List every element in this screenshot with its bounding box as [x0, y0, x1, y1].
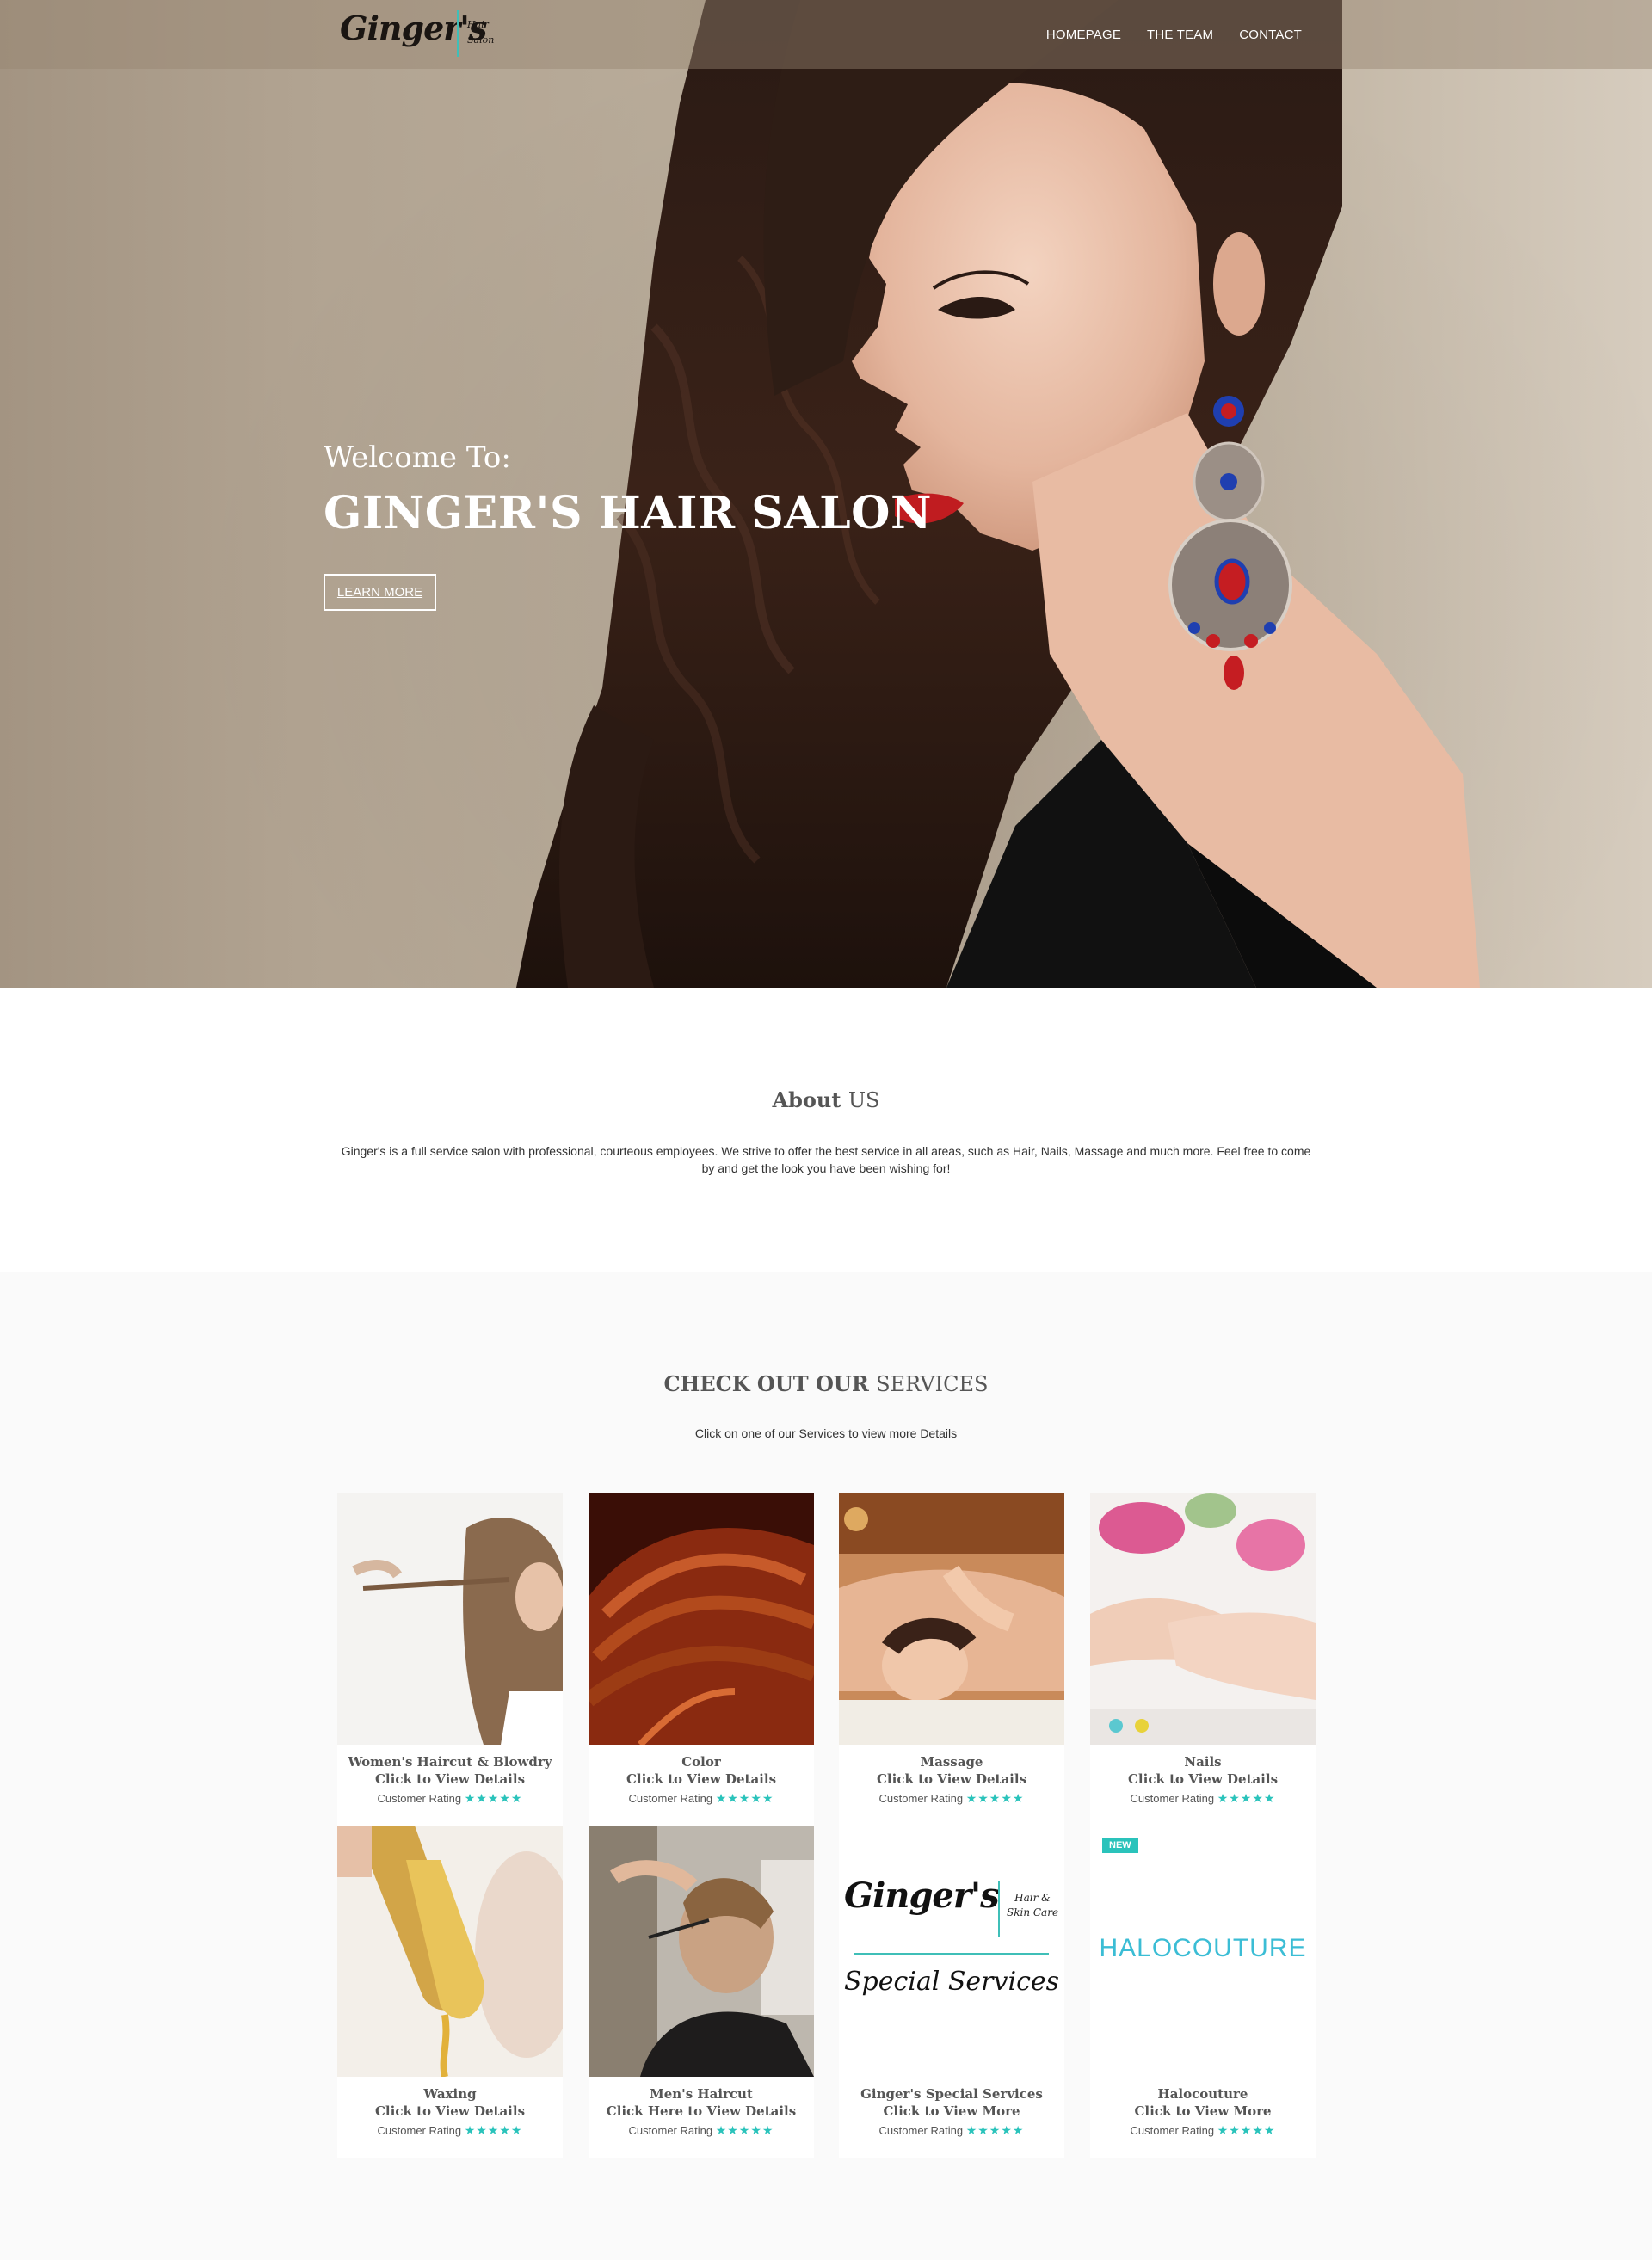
service-title: Nails Click to View Details [1127, 1754, 1279, 1787]
hero-section: Ginger's Hair Salon HOMEPAGE THE TEAM CO… [0, 0, 1652, 988]
service-card-nails[interactable]: Nails Click to View Details Customer Rat… [1090, 1493, 1316, 1826]
service-title: Massage Click to View Details [876, 1754, 1027, 1787]
star-rating-icons: ★★★★★ [464, 1791, 523, 1805]
mens-haircut-image [589, 1826, 814, 2077]
hair-color-image [589, 1493, 814, 1745]
customer-rating: Customer Rating ★★★★★ [377, 2123, 523, 2137]
nav-the-team[interactable]: THE TEAM [1147, 28, 1213, 42]
customer-rating: Customer Rating ★★★★★ [878, 1791, 1025, 1805]
logo-wordmark: Ginger's [340, 9, 487, 47]
halocouture-logo-image: NEW HALOCOUTURE [1090, 1826, 1316, 2077]
star-rating-icons: ★★★★★ [464, 2123, 523, 2137]
hero-title: GINGER'S HAIR SALON [324, 487, 933, 539]
special-services-logo-image: Ginger's Hair & Skin Care Special Servic… [839, 1826, 1064, 2077]
customer-rating: Customer Rating ★★★★★ [1130, 1791, 1276, 1805]
learn-more-button[interactable]: LEARN MORE [324, 574, 436, 611]
new-badge: NEW [1102, 1838, 1138, 1853]
services-heading: CHECK OUT OUR SERVICES [663, 1371, 989, 1396]
nails-image [1090, 1493, 1316, 1745]
nav-homepage[interactable]: HOMEPAGE [1046, 28, 1121, 42]
service-title: Women's Haircut & Blowdry Click to View … [348, 1754, 552, 1787]
customer-rating: Customer Rating ★★★★★ [377, 1791, 523, 1805]
service-card-womens-haircut[interactable]: Women's Haircut & Blowdry Click to View … [337, 1493, 563, 1826]
service-title: Color Click to View Details [626, 1754, 777, 1787]
star-rating-icons: ★★★★★ [1217, 1791, 1276, 1805]
hero-welcome: Welcome To: [324, 440, 511, 475]
service-card-special-services[interactable]: Ginger's Hair & Skin Care Special Servic… [839, 1826, 1064, 2158]
services-section: CHECK OUT OUR SERVICES Click on one of o… [0, 1272, 1652, 2260]
star-rating-icons: ★★★★★ [965, 1791, 1025, 1805]
service-card-massage[interactable]: Massage Click to View Details Customer R… [839, 1493, 1064, 1826]
star-rating-icons: ★★★★★ [1217, 2123, 1276, 2137]
hero-text-block: Welcome To: GINGER'S HAIR SALON [324, 440, 932, 539]
service-card-mens-haircut[interactable]: Men's Haircut Click Here to View Details… [589, 1826, 814, 2158]
star-rating-icons: ★★★★★ [965, 2123, 1025, 2137]
star-rating-icons: ★★★★★ [715, 2123, 774, 2137]
brand-logo[interactable]: Ginger's Hair Salon [340, 5, 512, 62]
customer-rating: Customer Rating ★★★★★ [628, 1791, 774, 1805]
about-heading: About US [772, 1087, 880, 1112]
massage-image [839, 1493, 1064, 1745]
waxing-image [337, 1826, 563, 2077]
customer-rating: Customer Rating ★★★★★ [628, 2123, 774, 2137]
customer-rating: Customer Rating ★★★★★ [878, 2123, 1025, 2137]
nav-contact[interactable]: CONTACT [1239, 28, 1302, 42]
service-card-color[interactable]: Color Click to View Details Customer Rat… [589, 1493, 814, 1826]
main-nav: HOMEPAGE THE TEAM CONTACT [1046, 0, 1302, 69]
about-section: About US Ginger's is a full service salo… [0, 988, 1652, 1272]
customer-rating: Customer Rating ★★★★★ [1130, 2123, 1276, 2137]
about-text: Ginger's is a full service salon with pr… [341, 1144, 1311, 1175]
womens-haircut-image [337, 1493, 563, 1745]
service-title: Halocouture Click to View More [1134, 2086, 1272, 2119]
logo-subtitle: Hair Salon [467, 19, 495, 46]
top-navbar: Ginger's Hair Salon HOMEPAGE THE TEAM CO… [0, 0, 1652, 69]
star-rating-icons: ★★★★★ [715, 1791, 774, 1805]
service-title: Men's Haircut Click Here to View Details [606, 2086, 797, 2119]
services-subtitle: Click on one of our Services to view mor… [694, 1426, 958, 1440]
logo-divider [457, 10, 459, 57]
service-title: Waxing Click to View Details [374, 2086, 526, 2119]
service-card-waxing[interactable]: Waxing Click to View Details Customer Ra… [337, 1826, 563, 2158]
service-title: Ginger's Special Services Click to View … [860, 2086, 1043, 2119]
service-card-halocouture[interactable]: NEW HALOCOUTURE Halocouture Click to Vie… [1090, 1826, 1316, 2158]
